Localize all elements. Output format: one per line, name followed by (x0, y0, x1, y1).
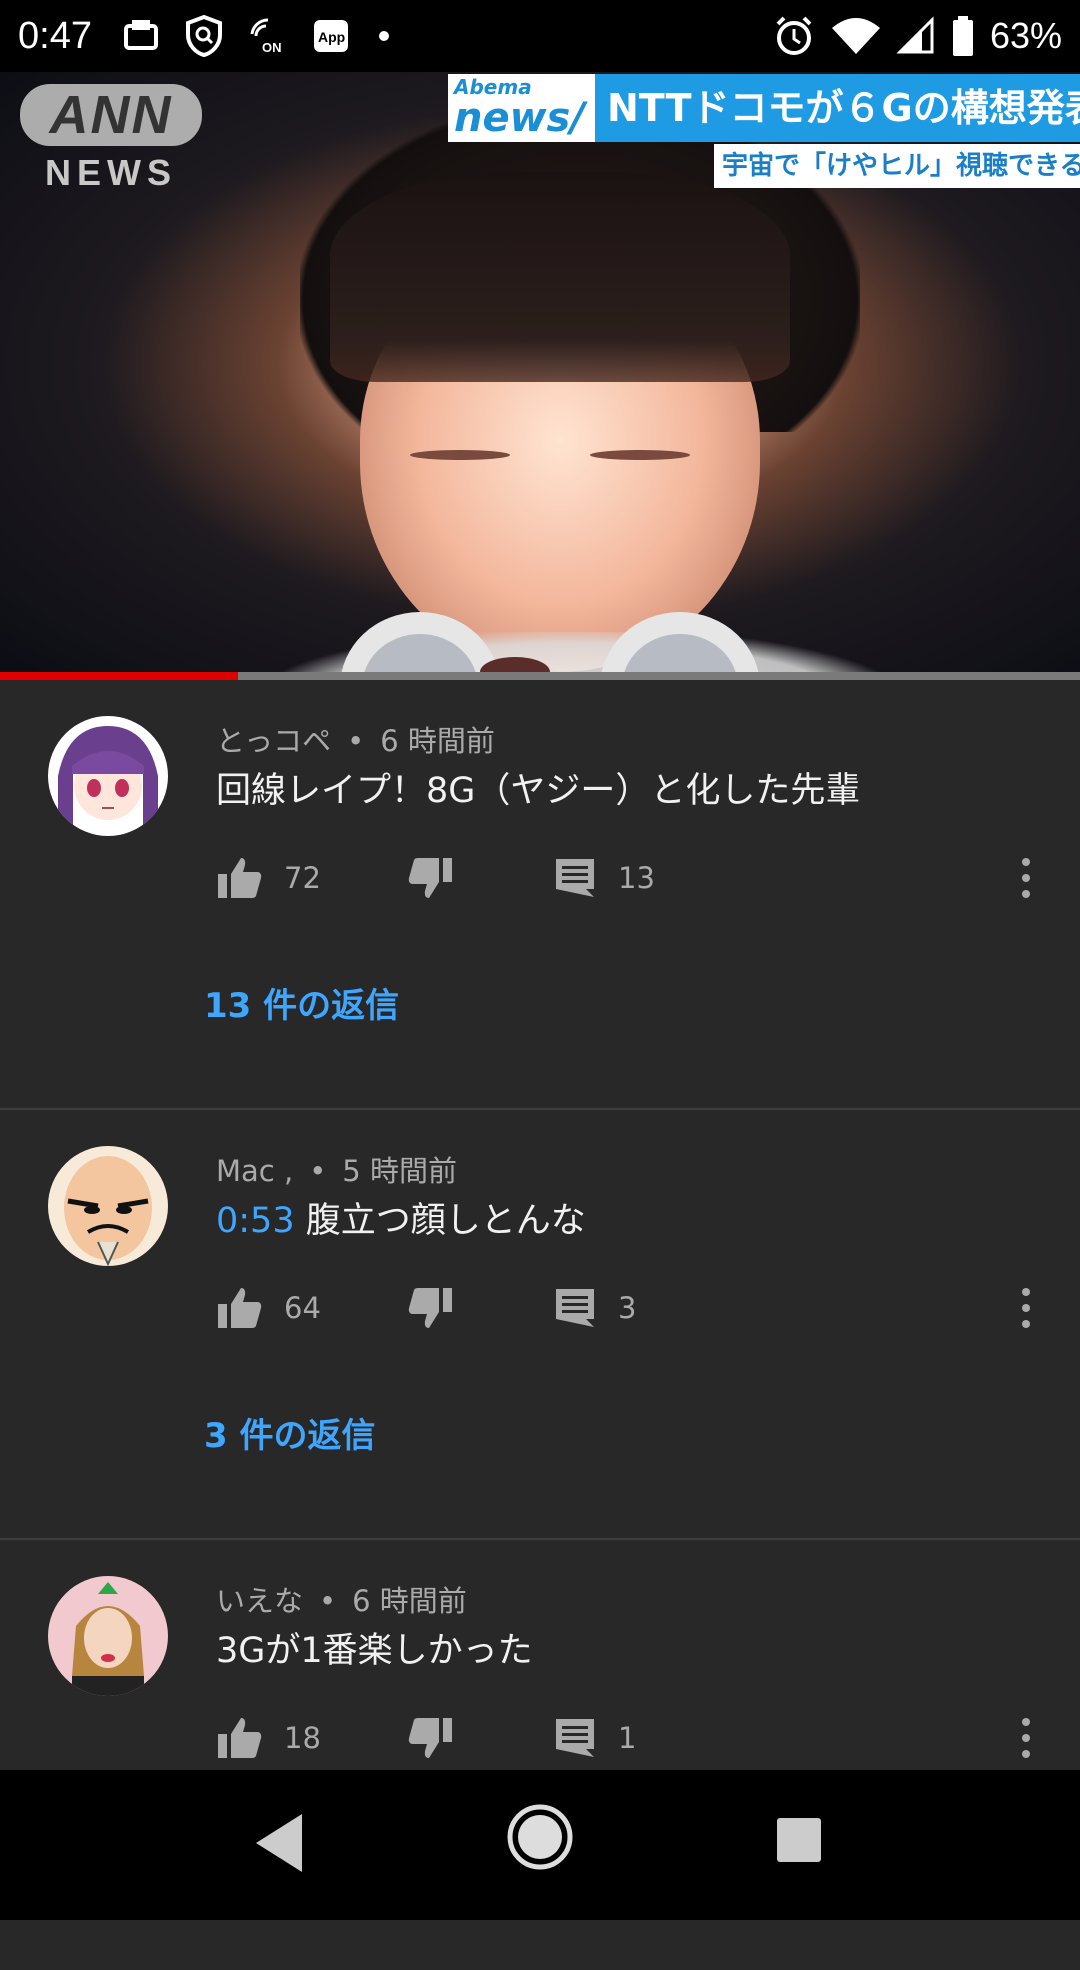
thumbs-down-icon (408, 1288, 452, 1328)
timestamp-link[interactable]: 0:53 (216, 1201, 295, 1241)
dot-icon (374, 26, 394, 46)
app-icon: App (312, 16, 352, 56)
back-icon (256, 1814, 302, 1872)
comment-icon (556, 1289, 594, 1327)
reply-count: 13 (618, 861, 655, 895)
comment-body: 腹立つ顔しとんな (305, 1201, 586, 1241)
battery-icon (950, 14, 976, 58)
comment-author[interactable]: Mac , (216, 1154, 293, 1188)
reply-button[interactable]: 13 (554, 848, 655, 908)
video-progress-fill (0, 672, 238, 680)
thumbs-down-icon (408, 1718, 452, 1758)
reply-button[interactable]: 3 (554, 1278, 636, 1338)
like-count: 64 (284, 1291, 321, 1325)
avatar[interactable] (48, 716, 168, 836)
comment-author[interactable]: とっコペ (216, 724, 331, 758)
like-button[interactable]: 18 (216, 1708, 321, 1768)
comment-time: 5 時間前 (342, 1154, 457, 1188)
recents-button[interactable] (775, 1816, 823, 1868)
comment-text: 0:53 腹立つ顔しとんな (216, 1192, 586, 1243)
channel-logo: ANN NEWS (20, 84, 202, 214)
comment-time: 6 時間前 (380, 724, 495, 758)
back-button[interactable] (250, 1810, 310, 1880)
video-frame-eye (410, 450, 510, 460)
svg-text:ON: ON (262, 40, 282, 55)
reply-count: 1 (618, 1721, 637, 1755)
home-button[interactable] (505, 1802, 575, 1876)
comment-actions: 18 1 (216, 1708, 1046, 1768)
recents-icon (777, 1818, 821, 1862)
avatar[interactable] (48, 1146, 168, 1266)
signal-on-icon: ON (246, 16, 290, 56)
video-frame-bangs (330, 172, 790, 382)
comment-body: 回線レイプ！8G（ヤジー）と化した先輩 (216, 771, 861, 811)
video-progress-bar[interactable] (0, 672, 1080, 680)
alarm-icon (772, 14, 816, 58)
thumbs-up-icon (218, 1718, 262, 1758)
system-nav-bar (0, 1770, 1080, 1920)
comment-time: 6 時間前 (352, 1584, 467, 1618)
comment-meta: いえな • 6 時間前 (216, 1584, 467, 1618)
notification-icons: ON App (122, 15, 394, 57)
status-time: 0:47 (18, 14, 92, 57)
wifi-icon (830, 16, 882, 56)
abema-news-logo: Abema news/ (448, 74, 595, 142)
more-options-button[interactable] (1006, 854, 1046, 904)
svg-text:App: App (318, 29, 345, 45)
home-icon (507, 1804, 573, 1870)
shield-search-icon (184, 15, 224, 57)
comment: Mac , • 5 時間前 0:53 腹立つ顔しとんな 64 3 3 件の返信 (0, 1110, 1080, 1540)
comment-meta: Mac , • 5 時間前 (216, 1154, 457, 1188)
channel-logo-top: ANN (20, 84, 202, 146)
dislike-button[interactable] (408, 848, 454, 908)
like-button[interactable]: 72 (216, 848, 321, 908)
comment-author[interactable]: いえな (216, 1584, 303, 1618)
comment-icon (556, 859, 594, 897)
video-headline: NTTドコモが６Gの構想発表 (595, 74, 1080, 142)
comment-body: 3Gが1番楽しかった (216, 1631, 533, 1671)
dislike-button[interactable] (408, 1278, 454, 1338)
reply-count: 3 (618, 1291, 637, 1325)
avatar[interactable] (48, 1576, 168, 1696)
girl-photo-avatar-icon (48, 1576, 168, 1696)
channel-logo-bottom: NEWS (45, 152, 177, 193)
like-count: 72 (284, 861, 321, 895)
more-vert-icon (1022, 1288, 1030, 1328)
comment-text: 3Gが1番楽しかった (216, 1622, 533, 1673)
cast-icon (122, 16, 162, 56)
reply-button[interactable]: 1 (554, 1708, 636, 1768)
more-vert-icon (1022, 1718, 1030, 1758)
video-frame-eye (590, 450, 690, 460)
comment-meta: とっコペ • 6 時間前 (216, 724, 495, 758)
thumbs-up-icon (218, 858, 262, 898)
like-count: 18 (284, 1721, 321, 1755)
more-options-button[interactable] (1006, 1284, 1046, 1334)
like-button[interactable]: 64 (216, 1278, 321, 1338)
thumbs-up-icon (218, 1288, 262, 1328)
cell-signal-icon (896, 16, 936, 56)
video-subheadline: 宇宙で「けやヒル」視聴できるかも？ (714, 144, 1080, 188)
view-replies-link[interactable]: 13 件の返信 (204, 978, 399, 1027)
bald-man-avatar-icon (48, 1146, 168, 1266)
battery-percent: 63% (989, 15, 1062, 56)
more-options-button[interactable] (1006, 1714, 1046, 1764)
status-bar: 0:47 ON App 63% (0, 0, 1080, 72)
more-vert-icon (1022, 858, 1030, 898)
comment-actions: 72 13 (216, 848, 1046, 908)
video-player[interactable]: ANN NEWS Abema news/ NTTドコモが６Gの構想発表 宇宙で「… (0, 72, 1080, 680)
view-replies-link[interactable]: 3 件の返信 (204, 1408, 376, 1457)
comment: とっコペ • 6 時間前 回線レイプ！8G（ヤジー）と化した先輩 72 13 13 … (0, 680, 1080, 1110)
dislike-button[interactable] (408, 1708, 454, 1768)
comment-icon (556, 1719, 594, 1757)
abema-logo-bottom: news/ (454, 95, 585, 141)
thumbs-down-icon (408, 858, 452, 898)
anime-girl-avatar-icon (48, 716, 168, 836)
comment-text: 回線レイプ！8G（ヤジー）と化した先輩 (216, 762, 860, 813)
comment-actions: 64 3 (216, 1278, 1046, 1338)
